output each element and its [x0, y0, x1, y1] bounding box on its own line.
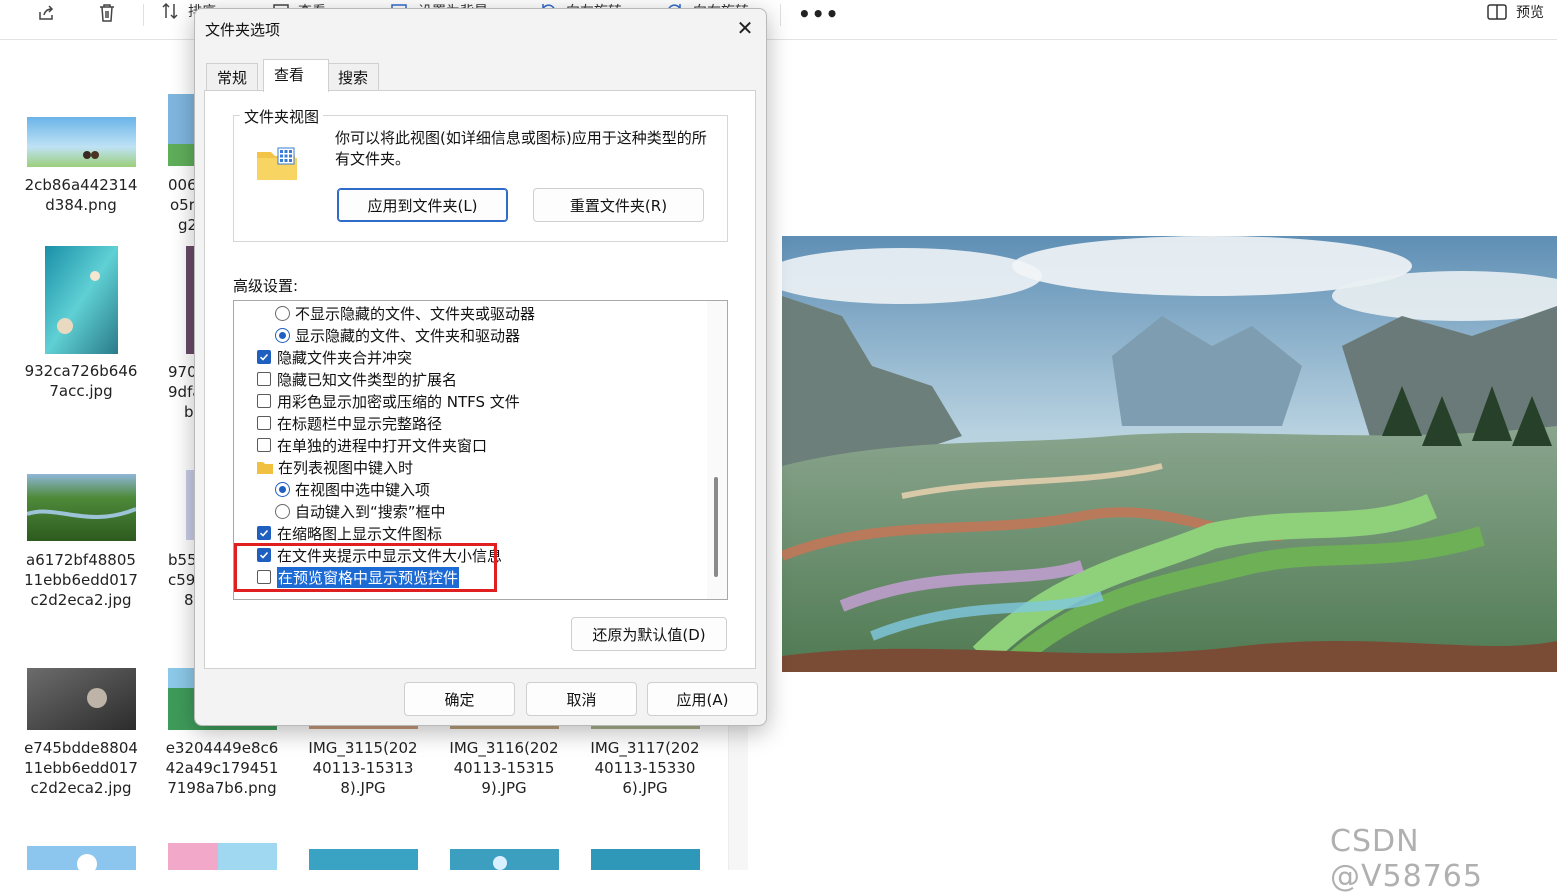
checkbox[interactable]	[257, 372, 271, 386]
list-item-label: 在列表视图中键入时	[278, 458, 414, 477]
checkbox[interactable]	[257, 350, 271, 364]
advanced-list-scrollbar[interactable]	[707, 301, 727, 599]
radio-button[interactable]	[275, 305, 290, 321]
share-button[interactable]	[36, 0, 56, 26]
file-name: 006	[168, 176, 196, 194]
list-item: 在列表视图中键入时	[257, 456, 413, 478]
file-name: 932ca726b6467acc.jpg	[24, 362, 138, 400]
list-item[interactable]: 在视图中选中键入项	[275, 478, 430, 500]
reset-folders-button[interactable]: 重置文件夹(R)	[533, 188, 704, 222]
preview-image	[782, 236, 1557, 672]
list-item-label: 在缩略图上显示文件图标	[277, 524, 443, 543]
image-thumbnail	[591, 849, 700, 870]
folder-views-group: 文件夹视图 你可以将此视图(如详细信息或图标)应用于这种类型的所有文件夹。 应用…	[233, 106, 728, 242]
list-item[interactable]: 在标题栏中显示完整路径	[257, 412, 442, 434]
list-item-label: 在标题栏中显示完整路径	[277, 414, 443, 433]
list-item-label: 隐藏文件夹合并冲突	[277, 348, 413, 367]
radio-button[interactable]	[275, 503, 290, 519]
file-name: IMG_3117(20240113-153306).JPG	[590, 739, 700, 797]
watermark: CSDN @V58765	[1330, 824, 1483, 894]
folder-icon	[257, 462, 273, 474]
file-name: 2cb86a442314d384.png	[24, 176, 138, 214]
folder-options-dialog: 文件夹选项 ✕ 常规 查看 搜索 文件夹视图 你可以将此视图(如详细信息或图标)…	[194, 8, 767, 726]
tab-general[interactable]: 常规	[206, 63, 259, 91]
check-icon	[259, 529, 269, 537]
checkbox[interactable]	[257, 394, 271, 408]
file-name: e745bdde880411ebb6edd017c2d2eca2.jpg	[24, 739, 138, 797]
list-item-label: 显示隐藏的文件、文件夹和驱动器	[295, 326, 521, 345]
list-item[interactable]: 自动键入到“搜索”框中	[275, 500, 446, 522]
toolbar-divider	[143, 4, 144, 26]
image-thumbnail	[168, 94, 194, 166]
image-thumbnail	[45, 246, 118, 354]
group-title: 文件夹视图	[240, 106, 324, 127]
image-thumbnail	[27, 474, 136, 541]
dialog-title: 文件夹选项	[205, 21, 281, 39]
list-item[interactable]: 在单独的进程中打开文件夹窗口	[257, 434, 487, 456]
list-item[interactable]: 在缩略图上显示文件图标	[257, 522, 442, 544]
list-item-label: 在视图中选中键入项	[295, 480, 431, 499]
file-name: IMG_3116(20240113-153159).JPG	[449, 739, 559, 797]
tab-view[interactable]: 查看	[263, 59, 329, 92]
tab-search[interactable]: 搜索	[327, 63, 380, 91]
preview-label: 预览	[1516, 5, 1544, 21]
landscape-image	[782, 236, 1557, 672]
image-thumbnail	[186, 246, 194, 354]
checkbox[interactable]	[257, 416, 271, 430]
toolbar-divider	[780, 4, 781, 26]
group-description: 你可以将此视图(如详细信息或图标)应用于这种类型的所有文件夹。	[335, 129, 707, 168]
file-name: a6172bf4880511ebb6edd017c2d2eca2.jpg	[24, 551, 138, 609]
sort-icon	[162, 2, 178, 20]
image-thumbnail	[309, 849, 418, 870]
list-item[interactable]: 显示隐藏的文件、文件夹和驱动器	[275, 324, 520, 346]
file-name: b55	[168, 551, 196, 569]
close-icon[interactable]: ✕	[735, 18, 755, 39]
more-options-button[interactable]: •••	[798, 2, 839, 26]
apply-to-folders-button[interactable]: 应用到文件夹(L)	[337, 188, 508, 222]
folder-view-icon	[257, 147, 297, 180]
share-icon	[39, 5, 54, 20]
preview-pane-icon	[1487, 4, 1507, 20]
annotation-highlight-box	[234, 543, 497, 592]
checkbox[interactable]	[257, 438, 271, 452]
image-thumbnail	[186, 470, 194, 540]
preview-pane-button[interactable]: 预览	[1486, 2, 1544, 22]
trash-icon	[100, 4, 114, 22]
list-item[interactable]: 隐藏文件夹合并冲突	[257, 346, 412, 368]
image-thumbnail	[27, 668, 136, 730]
delete-button[interactable]	[97, 0, 117, 26]
apply-button[interactable]: 应用(A)	[647, 682, 758, 716]
advanced-settings-label: 高级设置:	[233, 277, 299, 295]
list-item-label: 自动键入到“搜索”框中	[295, 502, 446, 521]
list-item-label: 隐藏已知文件类型的扩展名	[277, 370, 458, 389]
checkbox[interactable]	[257, 526, 271, 540]
file-name: c59	[168, 571, 196, 589]
list-item-label: 不显示隐藏的文件、文件夹或驱动器	[295, 304, 536, 323]
scrollbar-thumb[interactable]	[714, 477, 718, 577]
list-item-label: 在单独的进程中打开文件夹窗口	[277, 436, 488, 455]
ok-button[interactable]: 确定	[404, 682, 515, 716]
file-name: 9dfa	[168, 383, 196, 401]
image-thumbnail	[27, 117, 136, 167]
restore-defaults-button[interactable]: 还原为默认值(D)	[571, 617, 727, 651]
list-item-label: 用彩色显示加密或压缩的 NTFS 文件	[277, 392, 520, 411]
file-name: 970	[168, 363, 196, 381]
cancel-button[interactable]: 取消	[526, 682, 637, 716]
list-item[interactable]: 不显示隐藏的文件、文件夹或驱动器	[275, 302, 535, 324]
image-thumbnail	[450, 849, 559, 870]
list-item[interactable]: 隐藏已知文件类型的扩展名	[257, 368, 457, 390]
check-icon	[259, 353, 269, 361]
image-thumbnail	[168, 843, 277, 870]
radio-button[interactable]	[275, 327, 290, 343]
file-name: e3204449e8c642a49c1794517198a7b6.png	[165, 739, 279, 797]
image-thumbnail	[27, 846, 136, 870]
radio-button[interactable]	[275, 481, 290, 497]
file-name: IMG_3115(20240113-153138).JPG	[308, 739, 418, 797]
list-item[interactable]: 用彩色显示加密或压缩的 NTFS 文件	[257, 390, 520, 412]
